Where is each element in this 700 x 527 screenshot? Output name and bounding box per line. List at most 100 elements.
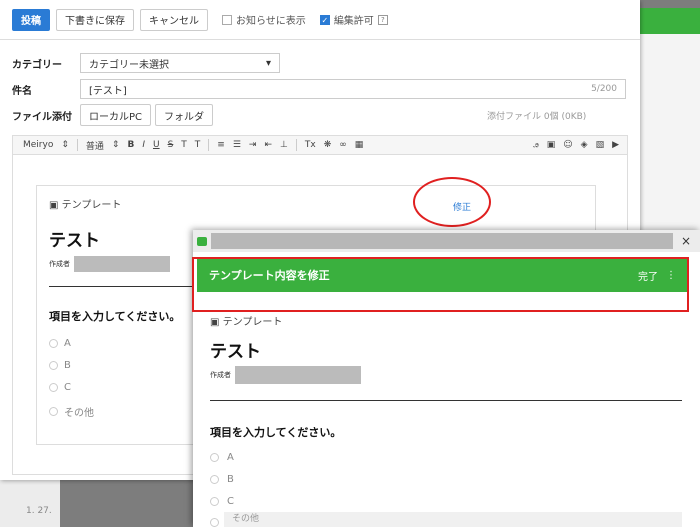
spellcheck-icon[interactable]: ꭿ: [533, 140, 538, 150]
radio-icon: [210, 453, 219, 462]
window-titlebar: ×: [193, 230, 700, 252]
category-label: カテゴリー: [12, 59, 62, 71]
template-author: 作成者: [49, 256, 170, 272]
underline-button[interactable]: U: [153, 140, 160, 150]
modal-option-a[interactable]: A: [210, 452, 234, 463]
stamp-icon[interactable]: ◈: [581, 140, 588, 150]
save-draft-button[interactable]: 下書きに保存: [56, 8, 134, 31]
option-label: C: [227, 496, 234, 507]
background-header-bar: [640, 8, 700, 34]
option-label: A: [64, 338, 71, 349]
toolbar-divider: [295, 139, 297, 151]
local-pc-button[interactable]: ローカルPC: [80, 104, 152, 126]
radio-icon: [49, 361, 58, 370]
chevron-down-icon: ▾: [265, 57, 271, 69]
option-label: B: [227, 474, 234, 485]
template-question: 項目を入力してください。: [49, 310, 181, 323]
radio-icon: [210, 518, 219, 527]
folder-button[interactable]: フォルダ: [155, 104, 214, 126]
divider: [210, 400, 682, 401]
template-icon[interactable]: ▣: [547, 140, 556, 150]
size-select[interactable]: 普通: [86, 139, 104, 152]
close-icon[interactable]: ×: [681, 234, 691, 248]
chevron-updown-icon: ⇕: [61, 140, 69, 150]
modal-option-b[interactable]: B: [210, 474, 234, 485]
template-title: テスト: [49, 231, 100, 251]
modal-template-question[interactable]: 項目を入力してください。: [210, 424, 341, 440]
title-char-count: 5/200: [591, 84, 617, 94]
template-header-label: テンプレート: [61, 200, 122, 211]
format-toolbar: Meiryo ⇕ 普通 ⇕ B I U S T T ≡ ☰ ⇥ ⇤ ⊥ Tx ❋…: [12, 135, 628, 155]
title-row: 件名 [テスト] 5/200: [12, 79, 626, 99]
option-label: C: [64, 382, 71, 393]
template-icon: ▣: [210, 317, 223, 328]
radio-icon: [49, 339, 58, 348]
vertical-align-icon[interactable]: ⊥: [280, 140, 288, 150]
notice-checkbox[interactable]: [222, 14, 232, 25]
radio-icon: [210, 497, 219, 506]
link-icon[interactable]: ∞: [339, 140, 347, 150]
modal-template-author: 作成者: [210, 366, 361, 384]
toolbar-divider: [208, 139, 210, 151]
option-a[interactable]: A: [49, 338, 71, 349]
author-label: 作成者: [49, 260, 70, 268]
radio-icon: [49, 407, 58, 416]
video-icon[interactable]: ▶: [612, 140, 619, 150]
modal-option-other-input[interactable]: その他: [224, 512, 682, 527]
background-line-number: 1. 27.: [26, 506, 52, 516]
notice-checkbox-group[interactable]: お知らせに表示: [222, 12, 306, 27]
help-icon[interactable]: ?: [377, 14, 388, 25]
modal-template-header-label: テンプレート: [222, 317, 283, 328]
bullet-list-icon[interactable]: ☰: [233, 140, 241, 150]
modal-option-other-radio[interactable]: [210, 518, 219, 527]
annotation-highlight-box: [192, 257, 689, 312]
align-left-icon[interactable]: ≡: [217, 140, 225, 150]
outdent-icon[interactable]: ⇤: [264, 140, 272, 150]
notice-label: お知らせに表示: [236, 16, 306, 27]
attach-label: ファイル添付: [12, 111, 72, 123]
sparkle-icon[interactable]: ❋: [324, 140, 332, 150]
author-redacted: [74, 256, 170, 272]
toolbar-divider: [76, 139, 78, 151]
clear-format-button[interactable]: Tx: [305, 140, 316, 150]
attachment-row: ファイル添付 ローカルPC フォルダ 添付ファイル 0個 (0KB): [12, 104, 586, 126]
chevron-updown-icon: ⇕: [111, 140, 120, 150]
template-header: ▣ テンプレート: [49, 196, 121, 211]
strike-button[interactable]: S: [168, 140, 174, 150]
modal-option-c[interactable]: C: [210, 496, 234, 507]
edit-allowed-label: 編集許可: [333, 16, 374, 27]
option-label: A: [227, 452, 234, 463]
title-input[interactable]: [テスト] 5/200: [80, 79, 626, 99]
edit-allowed-checkbox-group[interactable]: ✓ 編集許可 ?: [319, 12, 388, 27]
modal-template-header: ▣ テンプレート: [210, 313, 282, 328]
indent-icon[interactable]: ⇥: [249, 140, 257, 150]
font-select[interactable]: Meiryo: [23, 140, 53, 150]
category-value: カテゴリー未選択: [89, 59, 169, 71]
italic-button[interactable]: I: [142, 140, 145, 150]
category-select[interactable]: カテゴリー未選択 ▾: [80, 53, 280, 73]
option-c[interactable]: C: [49, 382, 71, 393]
option-label: その他: [64, 408, 94, 419]
edit-allowed-checkbox[interactable]: ✓: [319, 14, 330, 25]
title-label: 件名: [12, 85, 32, 97]
option-b[interactable]: B: [49, 360, 71, 371]
post-button[interactable]: 投稿: [12, 8, 50, 31]
bg-color-button[interactable]: T: [195, 140, 201, 150]
author-redacted: [235, 366, 361, 384]
option-label: B: [64, 360, 71, 371]
option-other[interactable]: その他: [49, 404, 94, 419]
cancel-button[interactable]: キャンセル: [140, 8, 208, 31]
emoji-icon[interactable]: ☺: [563, 140, 572, 150]
app-icon: [197, 236, 207, 246]
window-title-redacted: [211, 233, 673, 249]
annotation-circle: [413, 177, 491, 227]
attach-info: 添付ファイル 0個 (0KB): [487, 111, 587, 122]
table-icon[interactable]: ▦: [355, 140, 364, 150]
author-label: 作成者: [210, 371, 231, 379]
bold-button[interactable]: B: [127, 140, 134, 150]
text-color-button[interactable]: T: [181, 140, 187, 150]
image-icon[interactable]: ▧: [596, 140, 605, 150]
template-icon: ▣: [49, 200, 62, 211]
title-value: [テスト]: [89, 85, 127, 97]
modal-template-title[interactable]: テスト: [210, 337, 261, 362]
